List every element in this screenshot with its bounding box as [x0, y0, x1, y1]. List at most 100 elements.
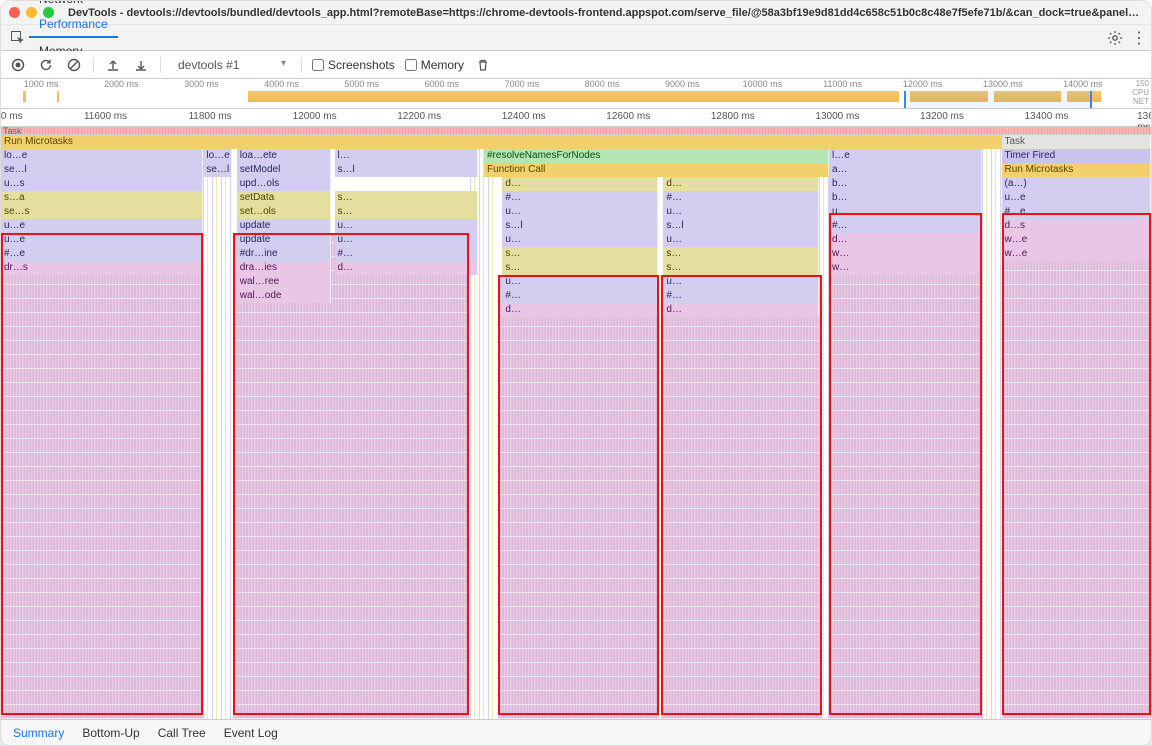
flame-block[interactable]: #… — [663, 191, 818, 205]
flame-ruler[interactable]: 11400 ms11600 ms11800 ms12000 ms12200 ms… — [1, 109, 1151, 127]
deep-stack[interactable] — [661, 275, 822, 719]
flame-block[interactable]: u… — [502, 205, 657, 219]
settings-gear-icon[interactable] — [1107, 30, 1131, 46]
clear-button[interactable] — [65, 56, 83, 74]
flame-block[interactable]: se…l — [203, 163, 232, 177]
flame-block[interactable]: d… — [502, 303, 657, 317]
flame-block[interactable]: lo…e — [203, 149, 232, 163]
flame-block[interactable]: u… — [502, 275, 657, 289]
flame-block[interactable]: u…e — [1002, 191, 1152, 205]
flame-block[interactable]: b… — [829, 177, 982, 191]
reload-record-button[interactable] — [37, 56, 55, 74]
flame-row: Task — [1, 135, 1151, 149]
flame-block[interactable]: s…l — [663, 219, 818, 233]
flame-block[interactable]: Task — [1002, 135, 1152, 149]
flame-block[interactable]: d… — [663, 177, 818, 191]
flame-block[interactable]: Function Call — [484, 163, 829, 177]
flame-block[interactable]: #…e — [1, 247, 203, 261]
flame-block[interactable]: loa…ete — [237, 149, 331, 163]
flame-block[interactable]: s…a — [1, 191, 203, 205]
flame-block[interactable]: dr…s — [1, 261, 203, 275]
flame-block[interactable]: lo…e — [1, 149, 203, 163]
flame-block[interactable]: l… — [335, 149, 479, 163]
flame-block[interactable]: d… — [502, 177, 657, 191]
more-menu-icon[interactable]: ⋮ — [1131, 28, 1145, 48]
deep-stack[interactable] — [498, 275, 659, 719]
window-close[interactable] — [9, 7, 20, 18]
flame-block[interactable]: setModel — [237, 163, 331, 177]
flame-block[interactable]: b… — [829, 191, 982, 205]
inspect-element-icon[interactable] — [7, 30, 29, 46]
session-selector[interactable]: devtools #1 — [171, 55, 291, 75]
separator — [93, 57, 94, 73]
flame-block[interactable]: Timer Fired — [1002, 149, 1152, 163]
flame-block[interactable]: u… — [335, 219, 479, 233]
flame-block[interactable]: se…s — [1, 205, 203, 219]
flame-block[interactable]: d…s — [1002, 219, 1152, 233]
record-button[interactable] — [9, 56, 27, 74]
separator — [301, 57, 302, 73]
flame-block[interactable]: w…e — [1002, 233, 1152, 247]
details-tab-event-log[interactable]: Event Log — [224, 726, 278, 740]
network-strip[interactable]: Task — [1, 127, 1151, 135]
flame-block[interactable]: u… — [829, 205, 982, 219]
flame-block[interactable]: wal…ree — [237, 275, 331, 289]
flame-block[interactable]: d… — [335, 261, 479, 275]
upload-profile-icon[interactable] — [104, 56, 122, 74]
overview-tick: 3000 ms — [184, 79, 219, 89]
details-tab-bottom-up[interactable]: Bottom-Up — [82, 726, 139, 740]
flame-block[interactable]: #dr…ine — [237, 247, 331, 261]
flame-block[interactable]: s… — [502, 247, 657, 261]
memory-checkbox[interactable]: Memory — [405, 58, 464, 72]
download-profile-icon[interactable] — [132, 56, 150, 74]
flame-block[interactable]: setData — [237, 191, 331, 205]
flame-block[interactable]: u…e — [1, 233, 203, 247]
panel-tab-network[interactable]: Network — [29, 0, 118, 12]
flame-block[interactable]: u… — [663, 233, 818, 247]
flame-block[interactable]: s…l — [335, 163, 479, 177]
flame-block[interactable]: s… — [335, 205, 479, 219]
flame-block[interactable]: dra…ies — [237, 261, 331, 275]
flame-block[interactable]: w… — [829, 261, 982, 275]
flame-block[interactable]: u… — [663, 205, 818, 219]
flame-block[interactable]: #… — [502, 289, 657, 303]
flame-block[interactable]: s…l — [502, 219, 657, 233]
flame-block[interactable]: s… — [663, 261, 818, 275]
flame-block[interactable]: update — [237, 233, 331, 247]
flame-block[interactable]: Run Microtasks — [1002, 163, 1152, 177]
flame-block[interactable]: w…e — [1002, 247, 1152, 261]
flame-block[interactable]: u…s — [1, 177, 203, 191]
flame-block[interactable]: #resolveNamesForNodes — [484, 149, 829, 163]
flame-block[interactable]: upd…ols — [237, 177, 331, 191]
flame-block[interactable]: u… — [502, 233, 657, 247]
flame-block[interactable]: u… — [335, 233, 479, 247]
flame-block[interactable]: s… — [335, 191, 479, 205]
flame-block[interactable]: u… — [663, 275, 818, 289]
flame-block[interactable]: w… — [829, 247, 982, 261]
flame-block[interactable]: u…e — [1, 219, 203, 233]
flame-block[interactable]: #… — [335, 247, 479, 261]
details-tab-call-tree[interactable]: Call Tree — [158, 726, 206, 740]
flame-block[interactable]: s… — [502, 261, 657, 275]
screenshots-checkbox[interactable]: Screenshots — [312, 58, 395, 72]
flame-block[interactable]: #… — [829, 219, 982, 233]
flame-block[interactable]: #… — [663, 289, 818, 303]
flame-block[interactable]: l…e — [829, 149, 982, 163]
flame-chart[interactable]: Run Microtasks Task lo…elo…e loa…ete l… #reso… — [1, 135, 1151, 719]
timeline-overview[interactable]: 1000 ms2000 ms3000 ms4000 ms5000 ms6000 … — [1, 79, 1151, 109]
flame-block[interactable]: wal…ode — [237, 289, 331, 303]
flame-block[interactable]: se…l — [1, 163, 203, 177]
flame-block[interactable]: d… — [663, 303, 818, 317]
flame-block[interactable]: #…e — [1002, 205, 1152, 219]
trash-icon[interactable] — [474, 56, 492, 74]
flame-block[interactable]: a… — [829, 163, 982, 177]
flame-block[interactable]: (a…) — [1002, 177, 1152, 191]
flame-block[interactable]: set…ols — [237, 205, 331, 219]
flame-block[interactable]: update — [237, 219, 331, 233]
flame-block[interactable]: #… — [502, 191, 657, 205]
panel-tab-performance[interactable]: Performance — [29, 12, 118, 38]
flame-block[interactable]: d… — [829, 233, 982, 247]
overview-selection[interactable] — [904, 91, 1091, 108]
flame-block[interactable]: s… — [663, 247, 818, 261]
details-tab-summary[interactable]: Summary — [13, 726, 64, 740]
